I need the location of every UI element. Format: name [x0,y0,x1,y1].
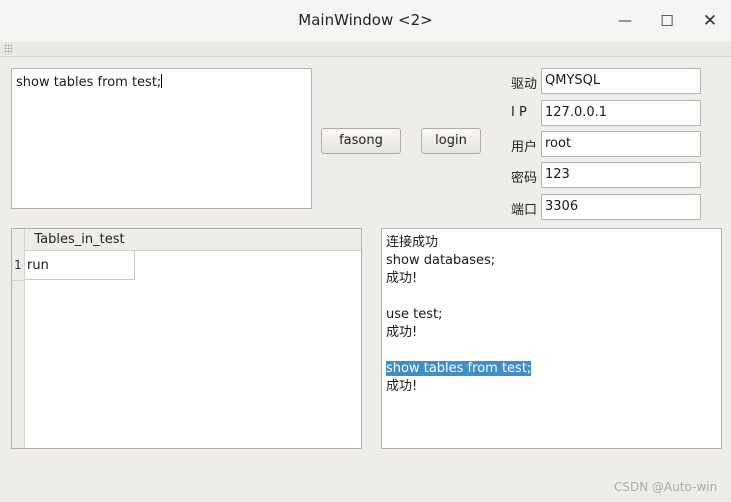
text-caret [161,74,163,88]
port-label: 端口 [511,203,538,218]
log-line: 连接成功 [386,235,439,250]
title-bar: MainWindow <2> — ☐ ✕ [0,0,731,42]
driver-field[interactable]: QMYSQL [541,68,701,94]
selected-text: show tables from test; [386,361,532,376]
log-line: 成功! [386,271,418,286]
command-input[interactable]: show tables from test; [11,68,312,209]
send-button[interactable]: fasong [321,128,401,154]
log-line-selected: show tables from test; [386,360,717,378]
user-label: 用户 [511,140,538,155]
toolbar-grip-icon[interactable] [4,44,12,54]
ip-field[interactable]: 127.0.0.1 [541,100,701,126]
log-line: 成功! [386,379,418,394]
result-table[interactable]: Tables_in_test 1 run [11,228,362,449]
ip-label: I P [511,105,527,120]
column-header[interactable]: Tables_in_test [24,229,135,250]
minimize-icon[interactable]: — [611,8,639,34]
log-line: show databases; [386,253,496,268]
driver-label: 驱动 [511,77,538,92]
login-button[interactable]: login [421,128,481,154]
password-field[interactable]: 123 [541,162,701,188]
table-cell[interactable]: run [24,251,135,280]
log-output[interactable]: 连接成功 show databases; 成功! use test; 成功! s… [381,228,722,449]
log-line: use test; [386,307,443,322]
user-field[interactable]: root [541,131,701,157]
close-icon[interactable]: ✕ [696,8,724,34]
maximize-icon[interactable]: ☐ [653,8,681,34]
command-text: show tables from test; [16,75,162,90]
toolbar [0,42,731,57]
port-field[interactable]: 3306 [541,194,701,220]
row-number[interactable]: 1 [12,251,24,281]
watermark: CSDN @Auto-win [614,480,718,494]
log-line: 成功! [386,325,418,340]
password-label: 密码 [511,171,538,186]
